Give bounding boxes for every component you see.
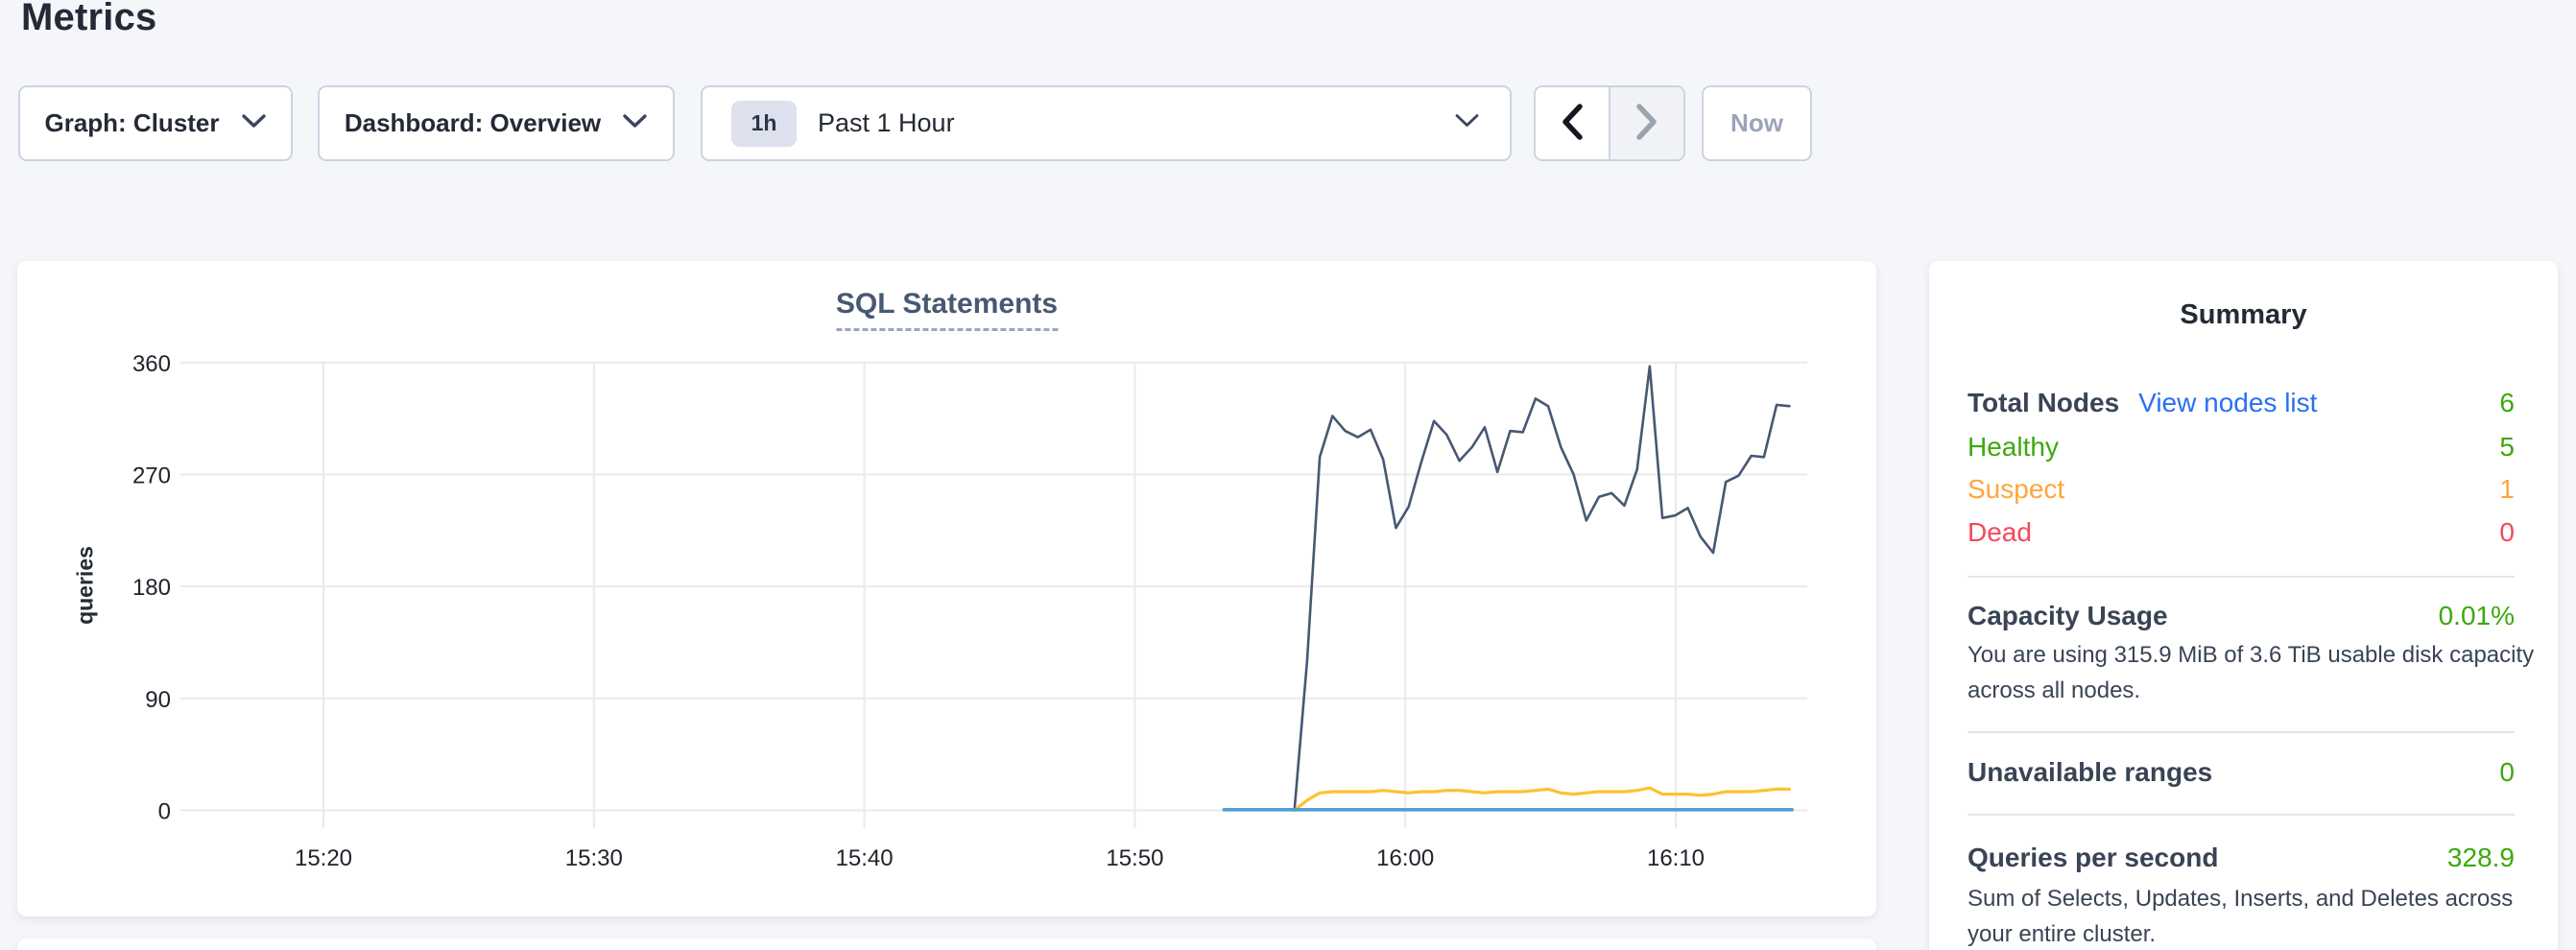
now-button[interactable]: Now (1702, 85, 1812, 161)
svg-text:15:20: 15:20 (295, 845, 352, 871)
chevron-down-icon (622, 113, 648, 134)
summary-row-total-nodes: Total Nodes View nodes list 6 (1968, 382, 2515, 424)
summary-title: Summary (1929, 299, 2558, 331)
dashboard-dropdown[interactable]: Dashboard: Overview (318, 85, 675, 161)
next-chart-card-peek (17, 938, 1876, 950)
metrics-page: Metrics Graph: Cluster Dashboard: Overvi… (0, 0, 2576, 950)
chevron-down-icon (1455, 113, 1479, 133)
dead-label: Dead (1968, 517, 2032, 548)
sql-statements-chart-card: SQL Statements queries 0 90 180 270 360 15:20… (17, 261, 1876, 916)
capacity-usage-label: Capacity Usage (1968, 601, 2168, 631)
time-window-nav (1534, 85, 1685, 161)
suspect-label: Suspect (1968, 474, 2064, 505)
summary-row-qps: Queries per second 328.9 (1968, 837, 2515, 879)
chevron-left-icon (1561, 103, 1584, 144)
dashboard-dropdown-label: Dashboard: Overview (345, 108, 601, 138)
summary-row-unavailable-ranges: Unavailable ranges 0 (1968, 751, 2515, 794)
y-axis-label: queries (73, 546, 99, 625)
chevron-right-icon (1635, 103, 1658, 144)
svg-text:90: 90 (145, 687, 171, 713)
divider (1968, 814, 2515, 816)
divider (1968, 576, 2515, 578)
svg-text:16:10: 16:10 (1647, 845, 1705, 871)
summary-row-healthy: Healthy 5 (1968, 426, 2515, 468)
svg-text:0: 0 (158, 798, 171, 824)
graph-dropdown[interactable]: Graph: Cluster (18, 85, 293, 161)
chevron-down-icon (241, 113, 267, 134)
summary-panel: Summary Total Nodes View nodes list 6 He… (1929, 261, 2558, 950)
svg-text:15:50: 15:50 (1106, 845, 1163, 871)
suspect-value: 1 (2499, 474, 2515, 505)
capacity-usage-value: 0.01% (2439, 601, 2515, 631)
svg-text:15:30: 15:30 (565, 845, 623, 871)
svg-text:16:00: 16:00 (1376, 845, 1434, 871)
divider (1968, 731, 2515, 733)
unavailable-ranges-label: Unavailable ranges (1968, 757, 2212, 788)
chart-title[interactable]: SQL Statements (836, 288, 1058, 331)
time-range-badge: 1h (731, 101, 797, 147)
time-range-label: Past 1 Hour (818, 108, 955, 138)
total-nodes-label: Total Nodes (1968, 388, 2119, 418)
svg-text:180: 180 (132, 575, 171, 601)
summary-row-dead: Dead 0 (1968, 511, 2515, 554)
next-time-window-button[interactable] (1609, 87, 1683, 159)
dead-value: 0 (2499, 517, 2515, 548)
healthy-value: 5 (2499, 432, 2515, 463)
unavailable-ranges-value: 0 (2499, 757, 2515, 788)
view-nodes-list-link[interactable]: View nodes list (2138, 388, 2317, 418)
svg-text:270: 270 (132, 463, 171, 488)
graph-dropdown-label: Graph: Cluster (44, 108, 219, 138)
page-title: Metrics (21, 0, 156, 39)
queries-per-second-description: Sum of Selects, Updates, Inserts, and De… (1968, 881, 2536, 950)
total-nodes-value: 6 (2499, 388, 2515, 418)
queries-per-second-value: 328.9 (2447, 843, 2515, 873)
svg-text:15:40: 15:40 (836, 845, 894, 871)
sql-statements-chart[interactable]: 0 90 180 270 360 15:20 15:30 15:40 15:50 16:00 16:… (123, 347, 1841, 894)
summary-row-capacity: Capacity Usage 0.01% (1968, 595, 2515, 637)
capacity-usage-description: You are using 315.9 MiB of 3.6 TiB usabl… (1968, 637, 2536, 708)
healthy-label: Healthy (1968, 432, 2059, 463)
queries-per-second-label: Queries per second (1968, 843, 2218, 873)
prev-time-window-button[interactable] (1536, 87, 1609, 159)
svg-text:360: 360 (132, 351, 171, 377)
summary-row-suspect: Suspect 1 (1968, 468, 2515, 511)
time-range-dropdown[interactable]: 1h Past 1 Hour (701, 85, 1512, 161)
